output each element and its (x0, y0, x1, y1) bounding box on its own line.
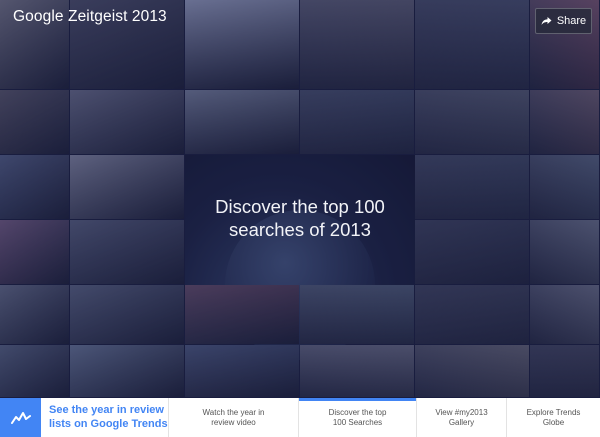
mosaic-photo-tile[interactable] (415, 90, 529, 154)
nav-top-searches-label: Discover the top 100 Searches (328, 407, 387, 427)
mosaic-photo-tile[interactable] (300, 285, 414, 344)
share-arrow-icon (541, 17, 552, 25)
nav-my2013-gallery-label: View #my2013 Gallery (435, 407, 488, 427)
mosaic-photo-tile[interactable] (70, 285, 184, 344)
mosaic-photo-tile[interactable] (185, 90, 299, 154)
mosaic-photo-tile[interactable] (0, 220, 69, 284)
mosaic-photo-tile[interactable] (70, 90, 184, 154)
share-button[interactable]: Share (535, 8, 592, 34)
nav-trends-globe-label: Explore Trends Globe (526, 407, 581, 427)
mosaic-photo-tile[interactable] (70, 220, 184, 284)
mosaic-photo-tile[interactable] (415, 285, 529, 344)
mosaic-photo-tile[interactable] (530, 220, 599, 284)
headline-line-1: Discover the top 100 (215, 196, 385, 217)
trend-line-icon (10, 411, 31, 424)
mosaic-photo-tile[interactable] (415, 0, 529, 89)
mosaic-photo-tile[interactable] (0, 345, 69, 397)
share-label: Share (556, 15, 587, 27)
nav-trends-globe[interactable]: Explore Trends Globe (507, 398, 600, 437)
mosaic-photo-tile[interactable] (530, 155, 599, 219)
mosaic-photo-tile[interactable] (0, 90, 69, 154)
trends-cta-link[interactable]: See the year in review lists on Google T… (41, 398, 169, 437)
mosaic-photo-tile[interactable] (300, 345, 414, 397)
mosaic-photo-tile[interactable] (0, 285, 69, 344)
bottom-nav: See the year in review lists on Google T… (0, 398, 600, 437)
mosaic-photo-tile[interactable] (530, 285, 599, 344)
hero-headline[interactable]: Discover the top 100 searches of 2013 (185, 195, 415, 241)
trends-button[interactable] (0, 398, 41, 437)
mosaic-photo-tile[interactable] (530, 345, 599, 397)
mosaic-photo-tile[interactable] (70, 155, 184, 219)
mosaic-photo-tile[interactable] (185, 0, 299, 89)
mosaic-photo-tile[interactable] (185, 285, 299, 344)
logo-product: Zeitgeist 2013 (68, 8, 167, 25)
nav-my2013-gallery[interactable]: View #my2013 Gallery (417, 398, 507, 437)
nav-watch-video-label: Watch the year in review video (202, 407, 265, 427)
mosaic-photo-tile[interactable] (415, 220, 529, 284)
nav-watch-video[interactable]: Watch the year in review video (169, 398, 299, 437)
mosaic-photo-tile[interactable] (185, 345, 299, 397)
mosaic-photo-tile[interactable] (415, 345, 529, 397)
mosaic-photo-tile[interactable] (530, 90, 599, 154)
mosaic-photo-tile[interactable] (300, 0, 414, 89)
mosaic-photo-tile[interactable] (300, 90, 414, 154)
mosaic-photo-tile[interactable] (0, 155, 69, 219)
zeitgeist-logo[interactable]: Google Zeitgeist 2013 (13, 8, 167, 26)
headline-line-2: searches of 2013 (229, 219, 371, 240)
nav-top-searches[interactable]: Discover the top 100 Searches (299, 398, 417, 437)
logo-brand: Google (13, 8, 64, 25)
mosaic-photo-tile[interactable] (415, 155, 529, 219)
mosaic-photo-tile[interactable] (70, 345, 184, 397)
